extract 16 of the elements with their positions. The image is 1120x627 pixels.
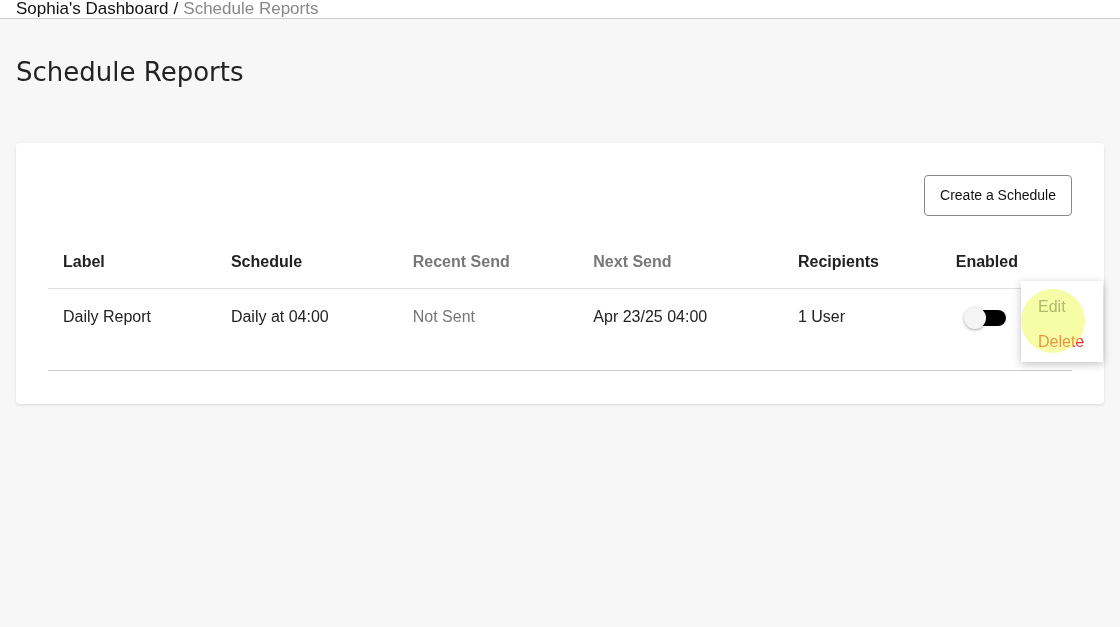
column-header: Recent Send bbox=[397, 242, 579, 289]
table-cell: Daily at 04:00 bbox=[215, 288, 398, 371]
breadcrumb-link[interactable]: Sophia's Dashboard bbox=[16, 0, 169, 17]
toggle-switch[interactable] bbox=[965, 310, 1006, 327]
table-cell: Apr 23/25 04:00 bbox=[578, 288, 783, 371]
page-title: Schedule Reports bbox=[16, 57, 245, 89]
create-schedule-button[interactable]: Create a Schedule bbox=[924, 175, 1072, 217]
table-cell: Not Sent bbox=[397, 288, 579, 371]
table-cell: 1 User bbox=[782, 288, 941, 371]
breadcrumb-current: Schedule Reports bbox=[183, 0, 319, 17]
column-header: Recipients bbox=[782, 242, 941, 289]
column-header: Schedule bbox=[215, 242, 398, 289]
column-header: Next Send bbox=[578, 242, 783, 289]
breadcrumb-link[interactable]: / bbox=[173, 0, 179, 17]
column-header: Label bbox=[48, 242, 216, 289]
table-cell: Daily Report bbox=[48, 288, 216, 371]
